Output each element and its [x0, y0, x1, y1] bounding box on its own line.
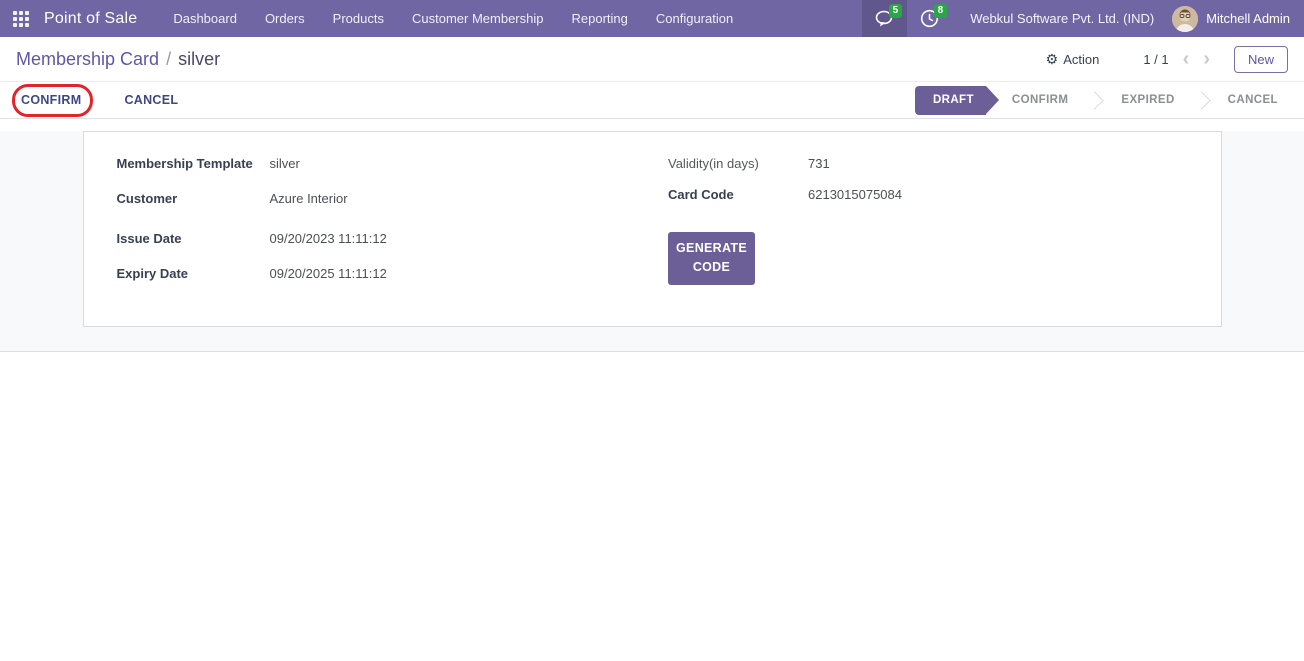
breadcrumb: Membership Card / silver — [16, 49, 220, 70]
state-separator-icon — [1086, 91, 1104, 109]
status-pipeline: DRAFT CONFIRM EXPIRED CANCEL — [915, 82, 1296, 118]
pager-next-icon[interactable]: › — [1203, 49, 1210, 69]
form-sheet: Membership Template silver Customer Azur… — [83, 131, 1222, 327]
state-draft-label: DRAFT — [933, 94, 974, 106]
menu-dashboard[interactable]: Dashboard — [159, 0, 251, 37]
messages-button[interactable]: 5 — [862, 0, 907, 37]
top-navbar: Point of Sale Dashboard Orders Products … — [0, 0, 1304, 37]
breadcrumb-current: silver — [178, 49, 220, 70]
state-separator-icon — [1192, 91, 1210, 109]
validity-value[interactable]: 731 — [808, 156, 830, 171]
user-menu[interactable]: Mitchell Admin — [1170, 0, 1304, 37]
app-title[interactable]: Point of Sale — [42, 0, 159, 37]
issue-date-label: Issue Date — [117, 231, 270, 246]
main-menu: Dashboard Orders Products Customer Membe… — [159, 0, 747, 37]
control-panel-right: ⚙ Action 1 / 1 ‹ › New — [1046, 46, 1288, 73]
field-card-code: Card Code 6213015075084 — [668, 187, 1221, 218]
systray: 5 8 Webkul Software Pvt. Ltd. (IND) — [862, 0, 1304, 37]
action-label: Action — [1063, 52, 1099, 67]
field-issue-date: Issue Date 09/20/2023 11:11:12 — [117, 231, 653, 266]
new-button[interactable]: New — [1234, 46, 1288, 73]
card-code-label: Card Code — [668, 187, 808, 202]
card-code-value[interactable]: 6213015075084 — [808, 187, 902, 202]
activities-badge: 8 — [934, 4, 948, 18]
menu-customer-membership[interactable]: Customer Membership — [398, 0, 558, 37]
field-membership-template: Membership Template silver — [117, 156, 653, 191]
breadcrumb-separator: / — [166, 49, 171, 70]
form-statusbar: CONFIRM CANCEL DRAFT CONFIRM EXPIRED CAN… — [0, 82, 1304, 119]
form-right-column: Validity(in days) 731 Card Code 62130150… — [652, 156, 1221, 326]
state-draft[interactable]: DRAFT — [915, 86, 986, 115]
apps-grid-icon — [13, 11, 29, 27]
control-panel: Membership Card / silver ⚙ Action 1 / 1 … — [0, 37, 1304, 82]
membership-template-value[interactable]: silver — [270, 156, 300, 171]
action-menu-button[interactable]: ⚙ Action — [1046, 51, 1100, 68]
menu-configuration[interactable]: Configuration — [642, 0, 747, 37]
activities-button[interactable]: 8 — [907, 0, 952, 37]
pager-arrows: ‹ › — [1183, 49, 1210, 69]
state-expired[interactable]: EXPIRED — [1103, 94, 1192, 106]
membership-template-label: Membership Template — [117, 156, 270, 171]
state-arrow-tip — [986, 86, 999, 114]
field-expiry-date: Expiry Date 09/20/2025 11:11:12 — [117, 266, 653, 301]
record-pager: 1 / 1 — [1143, 52, 1168, 67]
breadcrumb-parent-link[interactable]: Membership Card — [16, 49, 159, 70]
user-name: Mitchell Admin — [1206, 11, 1290, 26]
empty-area — [0, 352, 1304, 661]
menu-orders[interactable]: Orders — [251, 0, 319, 37]
form-view: Membership Template silver Customer Azur… — [0, 131, 1304, 352]
state-cancel[interactable]: CANCEL — [1210, 94, 1296, 106]
generate-code-button[interactable]: GENERATE CODE — [668, 232, 755, 285]
expiry-date-label: Expiry Date — [117, 266, 270, 281]
validity-label: Validity(in days) — [668, 156, 808, 171]
company-switcher[interactable]: Webkul Software Pvt. Ltd. (IND) — [952, 0, 1170, 37]
customer-label: Customer — [117, 191, 270, 206]
pager-previous-icon[interactable]: ‹ — [1183, 49, 1190, 69]
menu-reporting[interactable]: Reporting — [557, 0, 641, 37]
state-confirm[interactable]: CONFIRM — [986, 94, 1086, 106]
user-avatar — [1172, 6, 1198, 32]
confirm-button[interactable]: CONFIRM — [21, 93, 81, 107]
issue-date-value[interactable]: 09/20/2023 11:11:12 — [270, 231, 387, 246]
cancel-button[interactable]: CANCEL — [124, 93, 178, 107]
gear-icon: ⚙ — [1046, 51, 1059, 68]
menu-products[interactable]: Products — [319, 0, 398, 37]
field-customer: Customer Azure Interior — [117, 191, 653, 226]
form-left-column: Membership Template silver Customer Azur… — [84, 156, 653, 326]
messages-badge: 5 — [889, 4, 903, 18]
apps-menu-button[interactable] — [0, 0, 42, 37]
customer-value[interactable]: Azure Interior — [270, 191, 348, 206]
topbar-spacer — [747, 0, 862, 37]
field-validity: Validity(in days) 731 — [668, 156, 1221, 187]
expiry-date-value[interactable]: 09/20/2025 11:11:12 — [270, 266, 387, 281]
